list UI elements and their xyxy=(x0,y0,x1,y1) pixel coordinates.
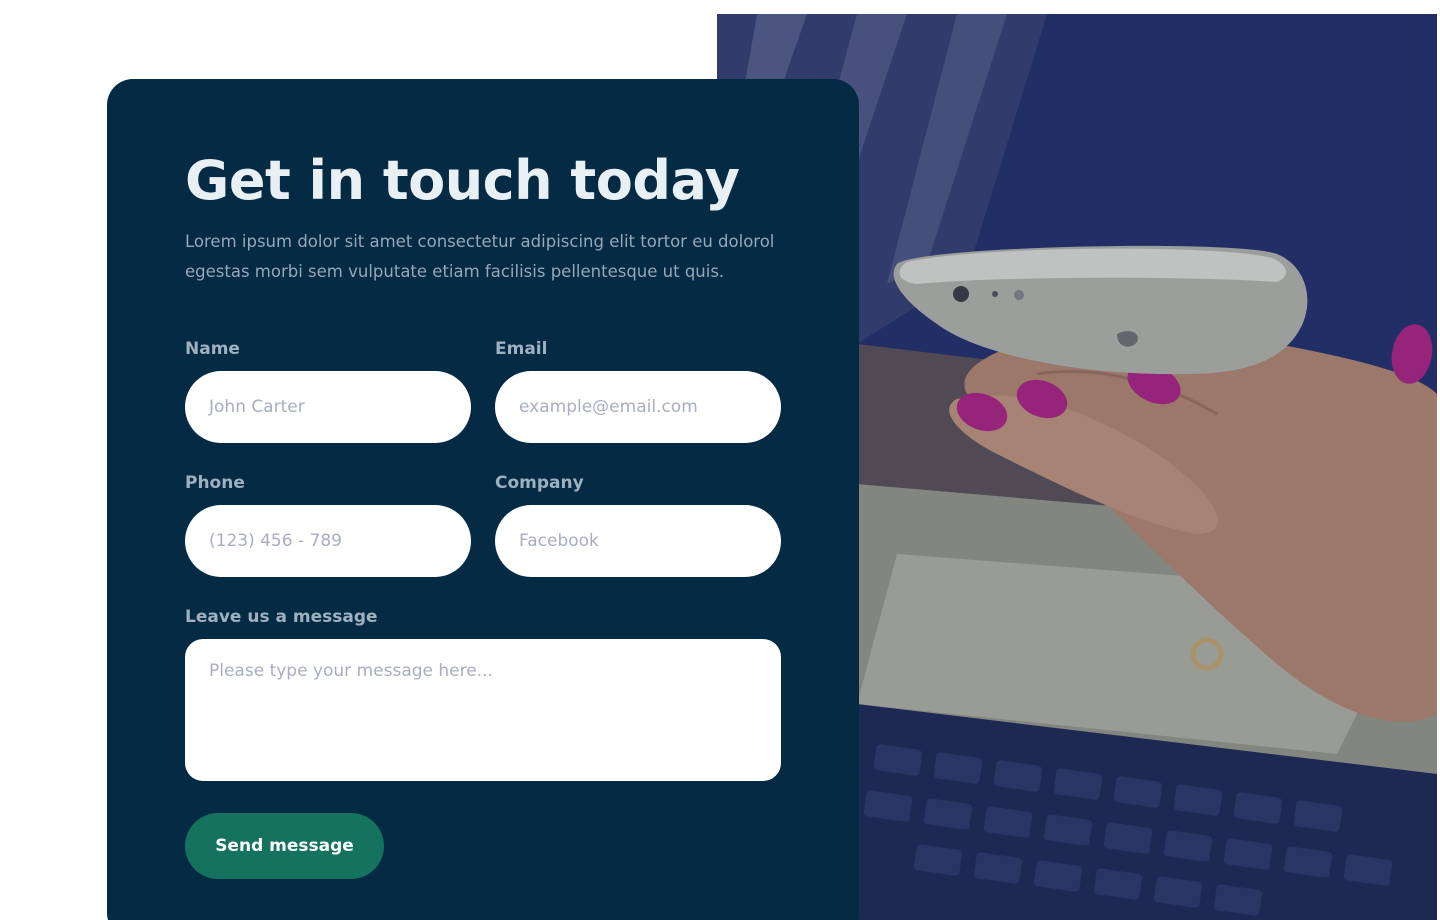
company-input[interactable]: Facebook xyxy=(495,505,781,577)
message-placeholder: Please type your message here... xyxy=(209,661,493,681)
company-label: Company xyxy=(495,473,584,493)
company-placeholder: Facebook xyxy=(519,531,599,551)
name-label: Name xyxy=(185,339,240,359)
send-message-button[interactable]: Send message xyxy=(185,813,384,879)
page-description: Lorem ipsum dolor sit amet consectetur a… xyxy=(185,232,775,281)
message-textarea[interactable]: Please type your message here... xyxy=(185,639,781,781)
name-placeholder: John Carter xyxy=(209,397,305,417)
email-label: Email xyxy=(495,339,548,359)
contact-section: Get in touch today Lorem ipsum dolor sit… xyxy=(0,0,1440,920)
name-input[interactable]: John Carter xyxy=(185,371,471,443)
contact-card: Get in touch today Lorem ipsum dolor sit… xyxy=(107,79,859,920)
email-placeholder: example@email.com xyxy=(519,397,698,417)
message-label: Leave us a message xyxy=(185,607,378,627)
email-input[interactable]: example@email.com xyxy=(495,371,781,443)
page-title: Get in touch today xyxy=(185,149,740,212)
phone-label: Phone xyxy=(185,473,245,493)
phone-placeholder: (123) 456 - 789 xyxy=(209,531,342,551)
phone-input[interactable]: (123) 456 - 789 xyxy=(185,505,471,577)
